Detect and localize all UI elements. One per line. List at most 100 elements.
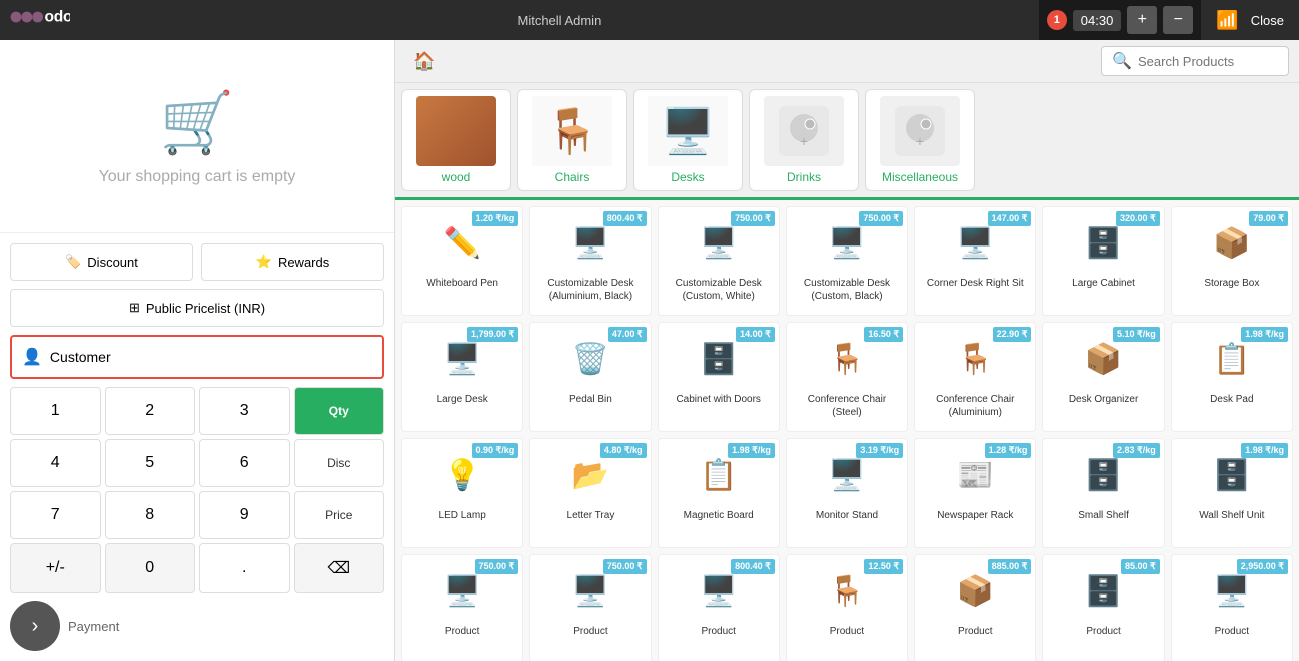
num-8[interactable]: 8: [105, 491, 196, 539]
product-name: Large Cabinet: [1072, 277, 1135, 290]
product-price-badge: 800.40 ₹: [731, 559, 775, 574]
minus-order-button[interactable]: −: [1163, 6, 1193, 34]
home-button[interactable]: 🏠: [405, 47, 443, 76]
product-card[interactable]: 3.19 ₹/kg 🖥️ Monitor Stand: [786, 438, 908, 548]
cart-empty-text: Your shopping cart is empty: [99, 168, 296, 186]
product-name: Large Desk: [437, 393, 488, 406]
product-card[interactable]: 750.00 ₹ 🖥️ Customizable Desk (Custom, W…: [658, 206, 780, 316]
num-6[interactable]: 6: [199, 439, 290, 487]
product-name: Pedal Bin: [569, 393, 612, 406]
product-card[interactable]: 1.98 ₹/kg 🗄️ Wall Shelf Unit: [1171, 438, 1293, 548]
sign-button[interactable]: +/-: [10, 543, 101, 593]
product-price-badge: 5.10 ₹/kg: [1113, 327, 1160, 342]
product-card[interactable]: 750.00 ₹ 🖥️ Product: [529, 554, 651, 661]
search-input[interactable]: [1138, 54, 1278, 69]
category-misc[interactable]: + Miscellaneous: [865, 89, 975, 191]
category-drinks-img: +: [764, 96, 844, 166]
product-card[interactable]: 1.98 ₹/kg 📋 Desk Pad: [1171, 322, 1293, 432]
product-card[interactable]: 79.00 ₹ 📦 Storage Box: [1171, 206, 1293, 316]
product-price-badge: 3.19 ₹/kg: [856, 443, 903, 458]
search-box[interactable]: 🔍: [1101, 46, 1289, 76]
product-card[interactable]: 1.98 ₹/kg 📋 Magnetic Board: [658, 438, 780, 548]
product-card[interactable]: 800.40 ₹ 🖥️ Product: [658, 554, 780, 661]
product-name: Desk Pad: [1210, 393, 1253, 406]
num-2[interactable]: 2: [105, 387, 196, 435]
price-button[interactable]: Price: [294, 491, 385, 539]
product-card[interactable]: 750.00 ₹ 🖥️ Product: [401, 554, 523, 661]
product-price-badge: 22.90 ₹: [993, 327, 1032, 342]
cart-panel: 🛒 Your shopping cart is empty 🏷️ Discoun…: [0, 40, 395, 661]
product-price-badge: 320.00 ₹: [1116, 211, 1160, 226]
num-3[interactable]: 3: [199, 387, 290, 435]
product-card[interactable]: 1.28 ₹/kg 📰 Newspaper Rack: [914, 438, 1036, 548]
num-1[interactable]: 1: [10, 387, 101, 435]
num-9[interactable]: 9: [199, 491, 290, 539]
product-card[interactable]: 0.90 ₹/kg 💡 LED Lamp: [401, 438, 523, 548]
category-wood[interactable]: wood: [401, 89, 511, 191]
odoo-logo: odoo: [10, 4, 70, 36]
product-name: Product: [958, 625, 992, 638]
rewards-button[interactable]: ⭐ Rewards: [201, 243, 384, 281]
product-card[interactable]: 47.00 ₹ 🗑️ Pedal Bin: [529, 322, 651, 432]
product-card[interactable]: 14.00 ₹ 🗄️ Cabinet with Doors: [658, 322, 780, 432]
grid-icon: ⊞: [129, 300, 140, 316]
cart-icon: 🛒: [160, 87, 235, 158]
svg-text:+: +: [800, 133, 808, 149]
product-card[interactable]: 4.80 ₹/kg 📂 Letter Tray: [529, 438, 651, 548]
product-card[interactable]: 2.83 ₹/kg 🗄️ Small Shelf: [1042, 438, 1164, 548]
disc-button[interactable]: Disc: [294, 439, 385, 487]
product-card[interactable]: 320.00 ₹ 🗄️ Large Cabinet: [1042, 206, 1164, 316]
pricelist-button[interactable]: ⊞ Public Pricelist (INR): [10, 289, 384, 327]
product-name: Whiteboard Pen: [426, 277, 498, 290]
product-name: Desk Organizer: [1069, 393, 1138, 406]
product-card[interactable]: 2,950.00 ₹ 🖥️ Product: [1171, 554, 1293, 661]
numpad: 1 2 3 Qty 4 5 6 Disc 7 8 9 Price +/- 0 .…: [10, 387, 384, 593]
product-card[interactable]: 85.00 ₹ 🗄️ Product: [1042, 554, 1164, 661]
payment-button[interactable]: ›: [10, 601, 60, 651]
star-icon: ⭐: [256, 254, 272, 270]
num-7[interactable]: 7: [10, 491, 101, 539]
product-card[interactable]: 1,799.00 ₹ 🖥️ Large Desk: [401, 322, 523, 432]
product-card[interactable]: 750.00 ₹ 🖥️ Customizable Desk (Custom, B…: [786, 206, 908, 316]
num-5[interactable]: 5: [105, 439, 196, 487]
product-card[interactable]: 800.40 ₹ 🖥️ Customizable Desk (Aluminium…: [529, 206, 651, 316]
product-card[interactable]: 5.10 ₹/kg 📦 Desk Organizer: [1042, 322, 1164, 432]
product-price-badge: 1.98 ₹/kg: [1241, 327, 1288, 342]
category-misc-label: Miscellaneous: [882, 170, 958, 184]
product-name: Customizable Desk (Aluminium, Black): [536, 277, 644, 303]
product-name: Product: [573, 625, 607, 638]
product-grid: 1.20 ₹/kg ✏️ Whiteboard Pen 800.40 ₹ 🖥️ …: [395, 200, 1299, 661]
category-drinks[interactable]: + Drinks: [749, 89, 859, 191]
product-price-badge: 79.00 ₹: [1249, 211, 1288, 226]
discount-button[interactable]: 🏷️ Discount: [10, 243, 193, 281]
num-0[interactable]: 0: [105, 543, 196, 593]
delete-button[interactable]: ⌫: [294, 543, 385, 593]
product-card[interactable]: 16.50 ₹ 🪑 Conference Chair (Steel): [786, 322, 908, 432]
product-price-badge: 12.50 ₹: [864, 559, 903, 574]
product-card[interactable]: 12.50 ₹ 🪑 Product: [786, 554, 908, 661]
product-name: Storage Box: [1204, 277, 1259, 290]
product-price-badge: 750.00 ₹: [859, 211, 903, 226]
product-card[interactable]: 147.00 ₹ 🖥️ Corner Desk Right Sit: [914, 206, 1036, 316]
qty-button[interactable]: Qty: [294, 387, 385, 435]
product-name: LED Lamp: [439, 509, 486, 522]
payment-row: › Payment: [10, 601, 384, 651]
product-card[interactable]: 22.90 ₹ 🪑 Conference Chair (Aluminium): [914, 322, 1036, 432]
category-drinks-label: Drinks: [787, 170, 821, 184]
category-strip: wood 🪑 Chairs 🖥️ Desks + Drinks + Misc: [395, 83, 1299, 200]
svg-text:+: +: [916, 133, 924, 149]
decimal-button[interactable]: .: [199, 543, 290, 593]
close-button[interactable]: Close: [1251, 13, 1284, 28]
num-4[interactable]: 4: [10, 439, 101, 487]
cart-controls: 🏷️ Discount ⭐ Rewards ⊞ Public Pricelist…: [0, 232, 394, 661]
product-card[interactable]: 885.00 ₹ 📦 Product: [914, 554, 1036, 661]
product-name: Customizable Desk (Custom, White): [665, 277, 773, 303]
order-time: 04:30: [1073, 10, 1122, 31]
product-card[interactable]: 1.20 ₹/kg ✏️ Whiteboard Pen: [401, 206, 523, 316]
add-order-button[interactable]: +: [1127, 6, 1157, 34]
order-section: 1 04:30 + −: [1039, 0, 1202, 40]
customer-button[interactable]: 👤 Customer: [10, 335, 384, 379]
category-desks[interactable]: 🖥️ Desks: [633, 89, 743, 191]
category-desks-label: Desks: [671, 170, 704, 184]
category-chairs[interactable]: 🪑 Chairs: [517, 89, 627, 191]
